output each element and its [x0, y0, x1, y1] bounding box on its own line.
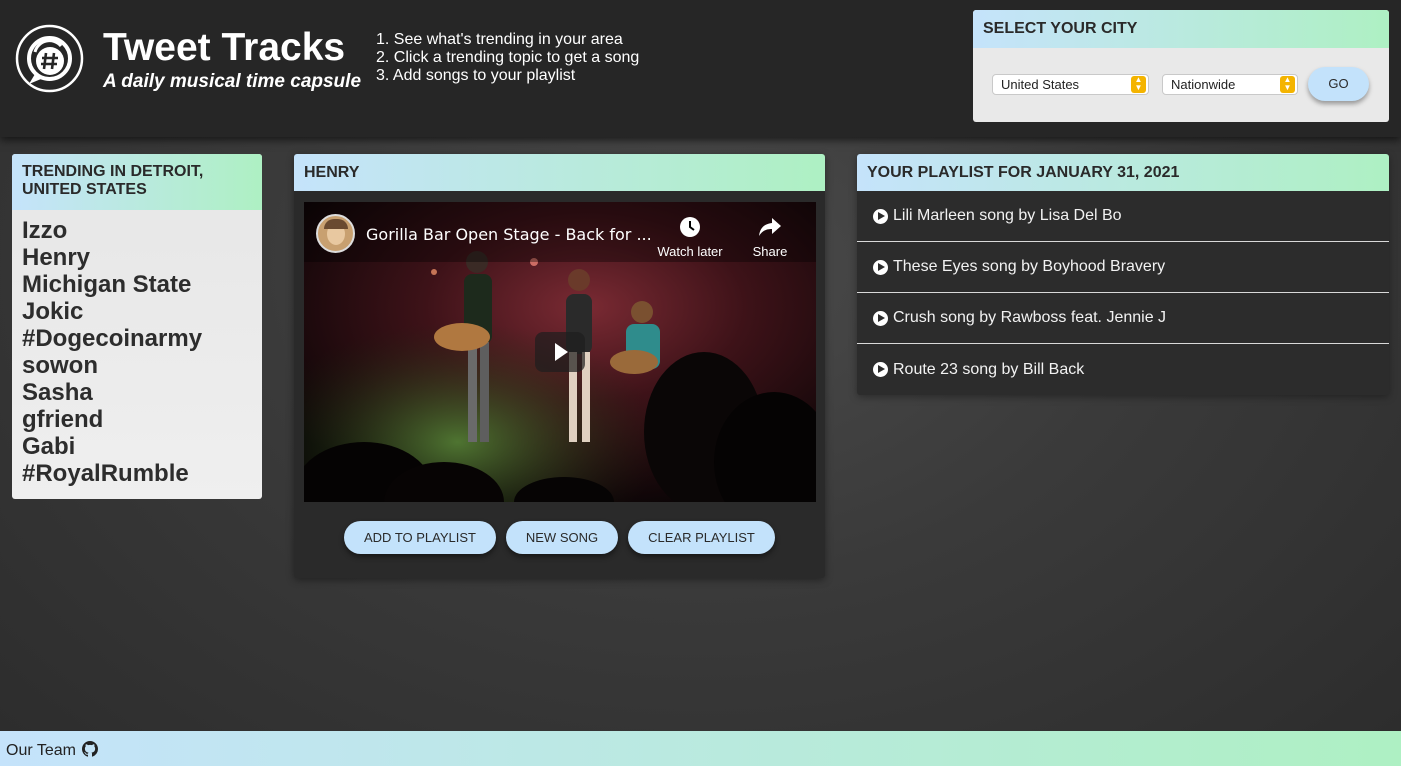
play-circle-icon [873, 310, 888, 326]
tweet-tracks-logo-icon [15, 24, 84, 93]
trending-title: TRENDING IN DETROIT, UNITED STATES [12, 154, 262, 210]
share-label: Share [752, 244, 788, 259]
watch-later-label: Watch later [657, 244, 723, 259]
playlist-item[interactable]: Crush song by Rawboss feat. Jennie J [857, 293, 1389, 344]
instruction-step: 2. Click a trending topic to get a song [376, 49, 640, 66]
select-arrows-icon: ▲ ▼ [1280, 76, 1295, 93]
playlist-item[interactable]: Route 23 song by Bill Back [857, 344, 1389, 395]
playlist-item-label: Route 23 song by Bill Back [893, 360, 1085, 378]
playlist-item-label: Lili Marleen song by Lisa Del Bo [893, 207, 1122, 224]
play-circle-icon [873, 362, 888, 377]
trending-list: Izzo Henry Michigan State Jokic #Dogecoi… [12, 210, 262, 494]
github-icon[interactable] [82, 741, 99, 757]
trending-topic[interactable]: #Dogecoinarmy [22, 325, 252, 352]
city-select-title: SELECT YOUR CITY [973, 10, 1389, 48]
clear-playlist-button[interactable]: CLEAR PLAYLIST [628, 521, 775, 554]
add-to-playlist-button[interactable]: ADD TO PLAYLIST [344, 521, 496, 554]
clock-icon [680, 217, 700, 237]
select-arrows-icon: ▲ ▼ [1131, 76, 1146, 93]
header: Tweet Tracks A daily musical time capsul… [0, 0, 1401, 137]
playlist-item[interactable]: Lili Marleen song by Lisa Del Bo [857, 191, 1389, 242]
trending-topic[interactable]: gfriend [22, 406, 252, 433]
trending-topic[interactable]: Izzo [22, 217, 252, 244]
trending-topic[interactable]: sowon [22, 352, 252, 379]
playlist-title: YOUR PLAYLIST FOR JANUARY 31, 2021 [857, 154, 1389, 191]
city-select-panel: SELECT YOUR CITY United States ▲ ▼ Nation… [973, 10, 1389, 122]
trending-panel: TRENDING IN DETROIT, UNITED STATES Izzo … [12, 154, 262, 499]
song-player-panel: HENRY Gorilla Bar Open Stage - Back for … [294, 154, 825, 578]
trending-topic[interactable]: Jokic [22, 298, 252, 325]
trending-topic[interactable]: #RoyalRumble [22, 460, 252, 487]
song-topic-title: HENRY [294, 154, 825, 191]
country-select[interactable]: United States ▲ ▼ [992, 74, 1149, 95]
share-button[interactable]: Share [744, 216, 796, 259]
play-button[interactable] [535, 332, 585, 372]
trending-topic[interactable]: Gabi [22, 433, 252, 460]
app-title: Tweet Tracks [103, 26, 346, 69]
instruction-step: 1. See what's trending in your area [376, 31, 623, 48]
video-player[interactable]: Gorilla Bar Open Stage - Back for ... Wa… [304, 202, 816, 502]
new-song-button[interactable]: NEW SONG [506, 521, 618, 554]
playlist-item[interactable]: These Eyes song by Boyhood Bravery [857, 242, 1389, 293]
channel-avatar[interactable] [316, 214, 355, 253]
instructions-list: 1. See what's trending in your area 2. C… [376, 31, 639, 85]
region-select-value: Nationwide [1171, 77, 1236, 92]
playlist-item-label: These Eyes song by Boyhood Bravery [893, 258, 1166, 275]
share-icon [759, 218, 781, 236]
playlist-panel: YOUR PLAYLIST FOR JANUARY 31, 2021 Lili … [857, 154, 1389, 395]
trending-topic[interactable]: Sasha [22, 379, 252, 406]
app-subtitle: A daily musical time capsule [103, 71, 362, 92]
country-select-value: United States [1001, 77, 1080, 92]
footer: Our Team [0, 731, 1401, 766]
instruction-step: 3. Add songs to your playlist [376, 67, 576, 84]
play-circle-icon [873, 208, 888, 224]
watch-later-button[interactable]: Watch later [654, 216, 726, 259]
play-circle-icon [873, 259, 888, 275]
video-title[interactable]: Gorilla Bar Open Stage - Back for ... [366, 225, 652, 244]
go-button[interactable]: GO [1308, 67, 1369, 101]
trending-topic[interactable]: Michigan State [22, 271, 252, 298]
playlist-item-label: Crush song by Rawboss feat. Jennie J [893, 309, 1167, 326]
play-icon [555, 343, 568, 361]
region-select[interactable]: Nationwide ▲ ▼ [1162, 74, 1298, 95]
our-team-label: Our Team [6, 742, 76, 759]
our-team-link[interactable]: Our Team [6, 741, 99, 759]
trending-topic[interactable]: Henry [22, 244, 252, 271]
